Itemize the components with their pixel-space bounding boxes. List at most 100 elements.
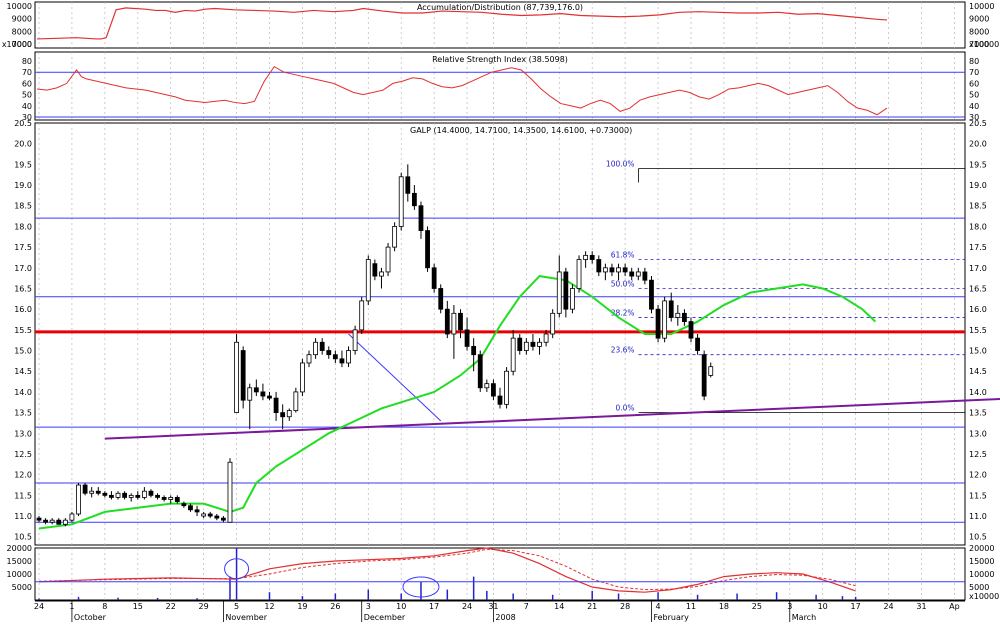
x-tick-label: 4 [656, 602, 661, 611]
candle-body [339, 358, 345, 364]
candle-body [227, 461, 233, 523]
candle-body [293, 391, 299, 411]
candle-body [596, 259, 602, 273]
price-tick-label-left: 18.0 [14, 222, 32, 231]
candle-body [497, 395, 503, 405]
price-tick-label-right: 15.5 [969, 326, 987, 335]
ad-tick-label-left: 8000 [12, 27, 32, 36]
candle-body [168, 497, 174, 500]
candle-body [622, 267, 628, 273]
price-tick-label-right: 18.0 [969, 222, 987, 231]
price-tick-label-left: 11.0 [14, 512, 32, 521]
candle-body [62, 519, 68, 525]
x-tick-label: 5 [234, 602, 239, 611]
candle-body [662, 300, 668, 339]
rsi-tick-label-left: 40 [22, 102, 32, 111]
candle-body [405, 176, 411, 194]
candle-body [682, 312, 687, 322]
rsi-tick-label-right: 70 [969, 68, 979, 77]
price-tick-label-right: 17.5 [969, 243, 987, 252]
candle-body [438, 288, 444, 310]
x-tick-label: 24 [883, 602, 893, 611]
price-tick-label-right: 18.5 [969, 202, 987, 211]
candle-body [95, 490, 101, 494]
price-tick-label-left: 16.5 [14, 284, 32, 293]
candle-body [135, 494, 141, 498]
candle-body [517, 337, 523, 351]
x-tick-label: 25 [752, 602, 762, 611]
x-month-label: March [792, 613, 816, 622]
candle-body [379, 271, 384, 277]
candle-body [635, 271, 641, 277]
x-month-label: December [364, 613, 406, 622]
candle-body [76, 484, 81, 515]
candle-body [181, 503, 187, 507]
candle-body [602, 267, 608, 273]
candle-body [260, 391, 266, 397]
candle-body [352, 329, 358, 351]
candle-body [523, 341, 529, 351]
x-month-label: February [653, 613, 689, 622]
x-tick-label: 19 [297, 602, 307, 611]
candle-body [188, 505, 193, 511]
candle-body [82, 484, 88, 494]
price-tick-label-right: 11.5 [969, 491, 987, 500]
candle-body [207, 513, 213, 517]
candle-body [174, 497, 180, 502]
candle-body [372, 263, 378, 277]
price-tick-label-right: 16.0 [969, 305, 987, 314]
candle-body [563, 271, 569, 310]
x-tick-label: 17 [429, 602, 439, 611]
rsi-tick-label-right: 60 [969, 79, 979, 88]
ad-unit-label-left: x10000 [2, 40, 32, 49]
price-tick-label-right: 19.5 [969, 160, 987, 169]
price-tick-label-left: 11.5 [14, 491, 32, 500]
candle-body [418, 205, 424, 231]
candle-body [425, 230, 430, 269]
volume-tick-label-left: 10000 [7, 570, 32, 579]
candle-body [451, 312, 457, 335]
ad-tick-label-left: 10000 [7, 2, 32, 11]
rsi-title: Relative Strength Index (38.5098) [432, 55, 568, 64]
price-tick-label-right: 12.5 [969, 450, 987, 459]
price-tick-label-left: 19.0 [14, 181, 32, 190]
price-tick-label-right: 11.0 [969, 512, 987, 521]
volume-tick-label-right: 20000 [969, 544, 994, 553]
x-month-label: October [74, 613, 107, 622]
candle-body [102, 492, 108, 496]
candle-body [537, 341, 542, 347]
candle-body [589, 254, 595, 260]
ad-tick-label-right: 10000 [969, 2, 994, 11]
candle-body [550, 312, 556, 335]
rsi-tick-label-right: 50 [969, 91, 979, 100]
candle-body [234, 341, 239, 414]
candle-body [214, 515, 220, 519]
candle-body [444, 308, 450, 335]
candle-body [543, 333, 549, 343]
x-tick-label: 22 [166, 602, 176, 611]
price-tick-label-left: 14.5 [14, 367, 32, 376]
price-tick-label-left: 15.5 [14, 326, 32, 335]
candle-body [332, 354, 338, 360]
x-tick-label: 12 [264, 602, 274, 611]
candle-body [695, 337, 700, 351]
candle-body [240, 350, 246, 401]
candle-body [649, 279, 654, 310]
candle-body [411, 192, 417, 207]
x-tick-label: 21 [587, 602, 597, 611]
price-tick-label-right: 20.5 [969, 119, 987, 128]
price-tick-label-left: 13.0 [14, 429, 32, 438]
rsi-tick-label-left: 70 [22, 68, 32, 77]
rsi-tick-label-right: 40 [969, 102, 979, 111]
x-tick-label: 14 [554, 602, 564, 611]
candle-body [253, 387, 259, 393]
candle-body [385, 246, 391, 273]
price-tick-label-right: 20.0 [969, 140, 987, 149]
candle-body [122, 492, 128, 498]
candle-body [359, 300, 365, 331]
candle-body [346, 350, 351, 364]
candle-body [319, 341, 325, 351]
x-tick-label: 7 [524, 602, 529, 611]
chart-canvas: Accumulation/Distribution (87,739,176.0)… [0, 0, 1000, 624]
candle-body [273, 397, 279, 414]
